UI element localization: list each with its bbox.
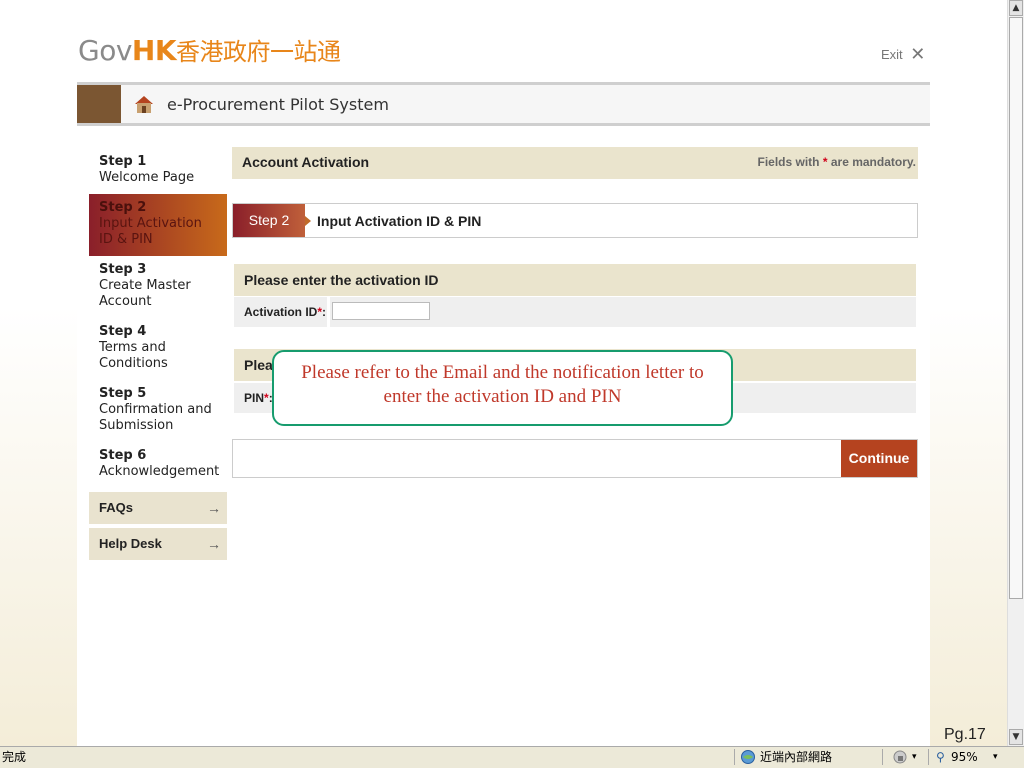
- exit-button[interactable]: Exit ✕: [881, 43, 925, 64]
- step-tag: Step 2: [233, 204, 305, 237]
- status-text: 完成: [2, 750, 27, 764]
- zoom-icon: ⚲: [936, 750, 945, 764]
- helpdesk-link[interactable]: Help Desk →: [89, 528, 227, 560]
- scroll-down-icon[interactable]: ▼: [1009, 729, 1023, 745]
- callout-line-2: enter the activation ID and PIN: [383, 386, 622, 407]
- callout-line-1: Please refer to the Email and the notifi…: [301, 362, 704, 383]
- sidebar-step-1: Step 1 Welcome Page: [99, 154, 195, 185]
- intranet-globe-icon: [741, 750, 755, 764]
- activation-id-row: Activation ID*:: [234, 297, 916, 327]
- activation-section-header: Please enter the activation ID: [234, 264, 916, 296]
- continue-button[interactable]: Continue: [841, 440, 917, 477]
- sidebar: Step 1 Welcome Page Step 2 Input Activatio…: [89, 148, 227, 560]
- system-titlebar: e-Procurement Pilot System: [77, 82, 930, 126]
- activation-id-label: Activation ID*:: [244, 305, 327, 319]
- page-title: Account Activation: [242, 154, 370, 170]
- logo-chinese-text: 香港政府一站通: [176, 38, 341, 66]
- system-title: e-Procurement Pilot System: [167, 95, 389, 114]
- sidebar-step-3: Step 3 Create Master Account: [99, 262, 191, 309]
- exit-label: Exit: [881, 47, 903, 62]
- sidebar-step-2-active: Step 2 Input Activation ID & PIN: [89, 194, 227, 256]
- protected-mode-icon[interactable]: [892, 749, 908, 765]
- scroll-thumb[interactable]: [1009, 17, 1023, 599]
- chevron-down-icon[interactable]: ▾: [912, 749, 917, 765]
- step-label: Input Activation ID & PIN: [317, 213, 482, 229]
- house-icon: [135, 96, 153, 113]
- security-zone-label: 近端內部網路: [760, 750, 833, 764]
- scroll-up-icon[interactable]: ▲: [1009, 0, 1023, 16]
- sidebar-step-4: Step 4 Terms and Conditions: [99, 324, 168, 371]
- instruction-callout: Please refer to the Email and the notifi…: [272, 350, 733, 426]
- close-icon: ✕: [910, 44, 926, 64]
- sidebar-step-5: Step 5 Confirmation and Submission: [99, 386, 212, 433]
- zoom-level[interactable]: 95%: [951, 749, 978, 765]
- action-bar: Continue: [232, 439, 918, 478]
- arrow-right-icon: →: [207, 500, 221, 516]
- step-tag-pointer: [305, 216, 311, 226]
- titlebar-accent: [77, 85, 121, 123]
- account-activation-header: Account Activation Fields with * are man…: [232, 147, 918, 179]
- logo-gov-text: Gov: [78, 34, 132, 67]
- govhk-logo[interactable]: GovHK香港政府一站通: [78, 32, 341, 67]
- sidebar-step-6: Step 6 Acknowledgement: [99, 448, 220, 479]
- status-bar: 完成 近端內部網路 ▾ ⚲ 95% ▾: [0, 746, 1024, 768]
- mandatory-note: Fields with * are mandatory.: [757, 155, 917, 169]
- arrow-right-icon: →: [207, 536, 221, 552]
- faqs-link[interactable]: FAQs →: [89, 492, 227, 524]
- activation-id-input[interactable]: [332, 302, 430, 320]
- vertical-scrollbar[interactable]: ▲ ▼: [1007, 0, 1024, 746]
- current-step-box: Step 2 Input Activation ID & PIN: [232, 203, 918, 238]
- logo-hk-text: HK: [131, 34, 177, 67]
- page-number: Pg.17: [944, 726, 986, 743]
- chevron-down-icon[interactable]: ▾: [993, 749, 998, 765]
